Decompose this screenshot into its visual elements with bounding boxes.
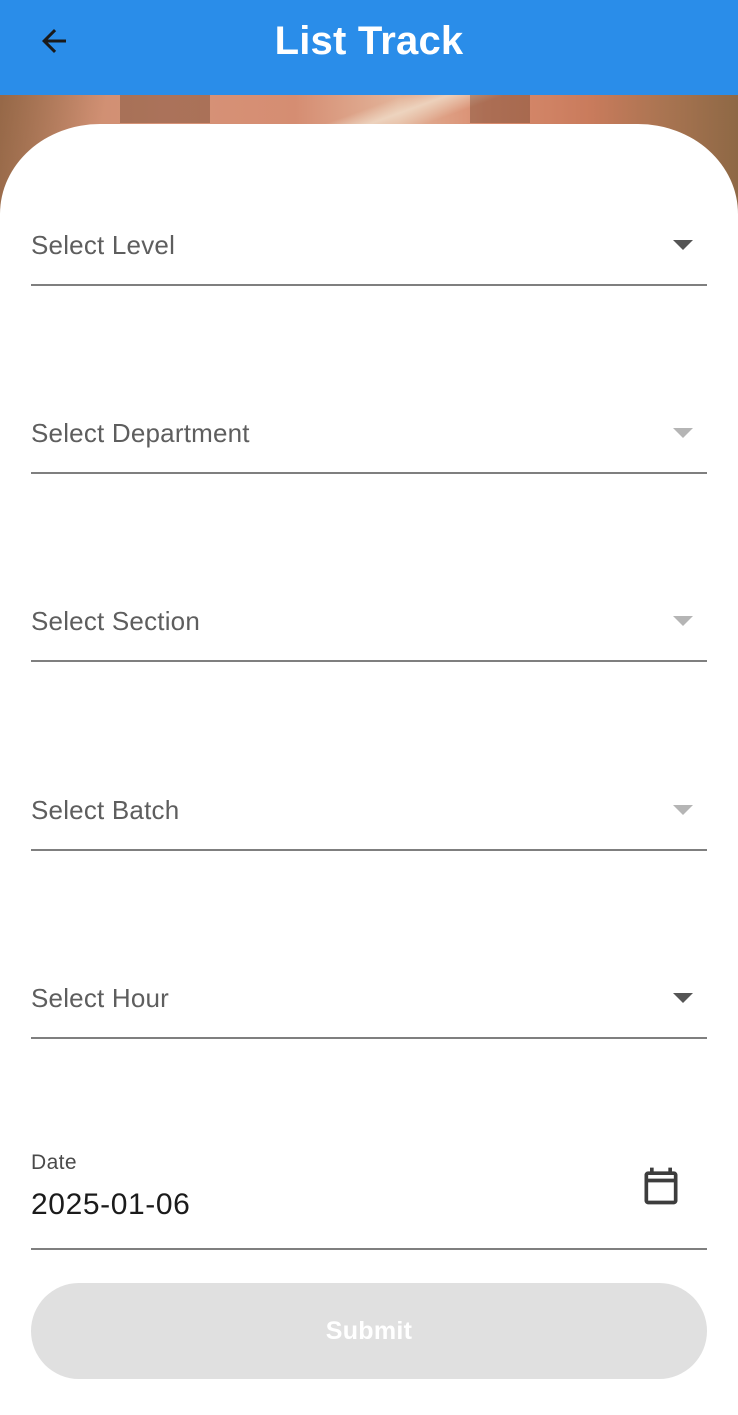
- select-department-dropdown[interactable]: Select Department: [31, 416, 707, 474]
- date-label: Date: [31, 1151, 77, 1174]
- page-title: List Track: [274, 19, 464, 63]
- date-value: 2025-01-06: [31, 1188, 191, 1221]
- dropdown-arrow-icon: [673, 240, 693, 250]
- app-bar: List Track: [0, 0, 738, 95]
- form-card: Select Level Select Department Select Se…: [0, 124, 738, 1415]
- select-level-label: Select Level: [31, 230, 176, 260]
- date-field[interactable]: Date 2025-01-06: [31, 1150, 707, 1250]
- dropdown-arrow-icon: [673, 993, 693, 1003]
- dropdown-arrow-icon: [673, 805, 693, 815]
- select-level-dropdown[interactable]: Select Level: [31, 228, 707, 286]
- calendar-icon[interactable]: [639, 1164, 683, 1208]
- select-batch-label: Select Batch: [31, 795, 180, 825]
- select-department-label: Select Department: [31, 418, 250, 448]
- select-batch-dropdown[interactable]: Select Batch: [31, 793, 707, 851]
- select-hour-label: Select Hour: [31, 983, 170, 1013]
- select-section-label: Select Section: [31, 606, 201, 636]
- dropdown-arrow-icon: [673, 428, 693, 438]
- select-section-dropdown[interactable]: Select Section: [31, 604, 707, 662]
- dropdown-arrow-icon: [673, 616, 693, 626]
- list-track-screen: List Track Select Level Select Departmen…: [0, 0, 738, 1415]
- submit-button[interactable]: Submit: [31, 1283, 707, 1379]
- select-hour-dropdown[interactable]: Select Hour: [31, 981, 707, 1039]
